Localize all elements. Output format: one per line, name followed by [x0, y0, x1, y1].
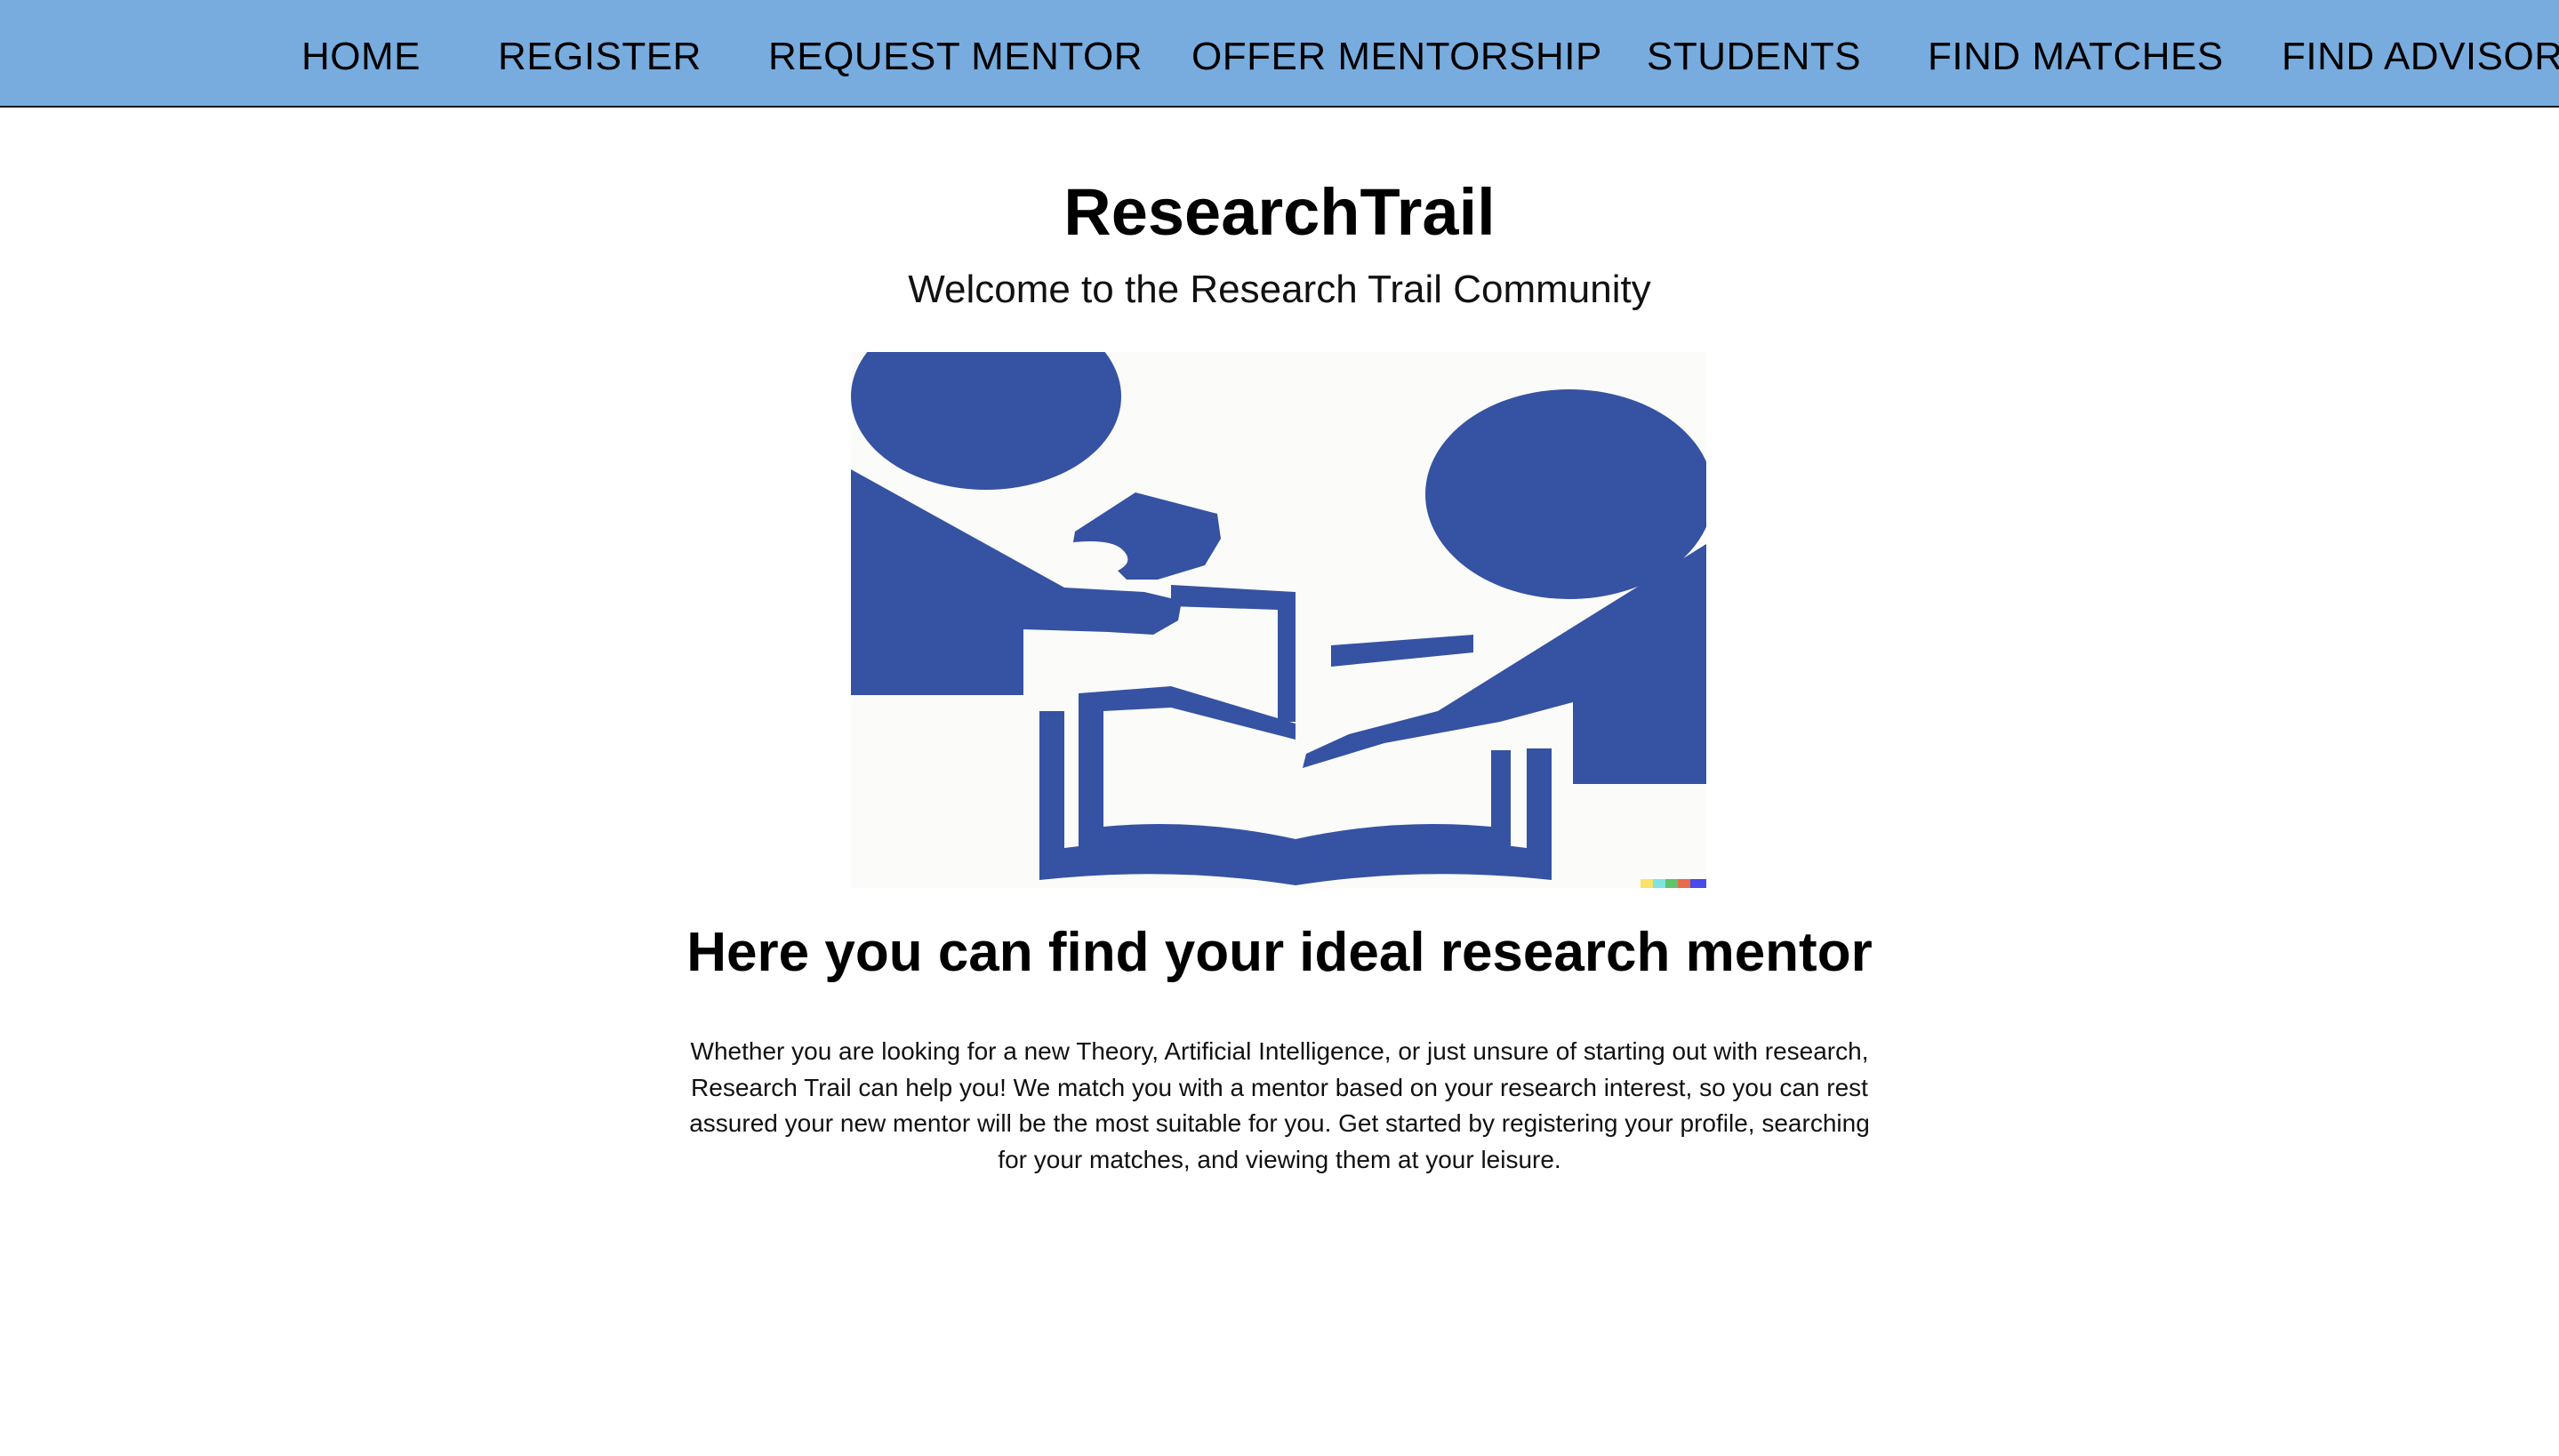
nav-offer-mentorship-link[interactable]: OFFER MENTORSHIP: [1191, 34, 1602, 80]
nav-register-link[interactable]: REGISTER: [498, 34, 702, 80]
nav-home-link[interactable]: HOME: [301, 34, 421, 80]
welcome-subtitle: Welcome to the Research Trail Community: [908, 268, 1651, 311]
nav-request-mentor-link[interactable]: REQUEST MENTOR: [768, 34, 1143, 80]
page-shape: [1331, 635, 1473, 667]
top-navbar: HOME REGISTER REQUEST MENTOR OFFER MENTO…: [0, 0, 2559, 108]
mentor-head-shape: [851, 352, 1121, 490]
nav-find-advisor-link[interactable]: FIND ADVISOR: [2282, 34, 2559, 80]
site-title: ResearchTrail: [1063, 175, 1496, 249]
hero-tagline: Here you can find your ideal research me…: [686, 922, 1873, 983]
mentee-head-shape: [1425, 389, 1706, 599]
puzzle-piece-shape: [1073, 492, 1221, 580]
mentorship-illustration-icon: [851, 352, 1706, 888]
intro-paragraph: Whether you are looking for a new Theory…: [689, 1037, 1870, 1173]
nav-students-link[interactable]: STUDENTS: [1647, 34, 1861, 80]
mentorship-illustration: [851, 352, 1706, 888]
nav-find-matches-link[interactable]: FIND MATCHES: [1928, 34, 2224, 80]
